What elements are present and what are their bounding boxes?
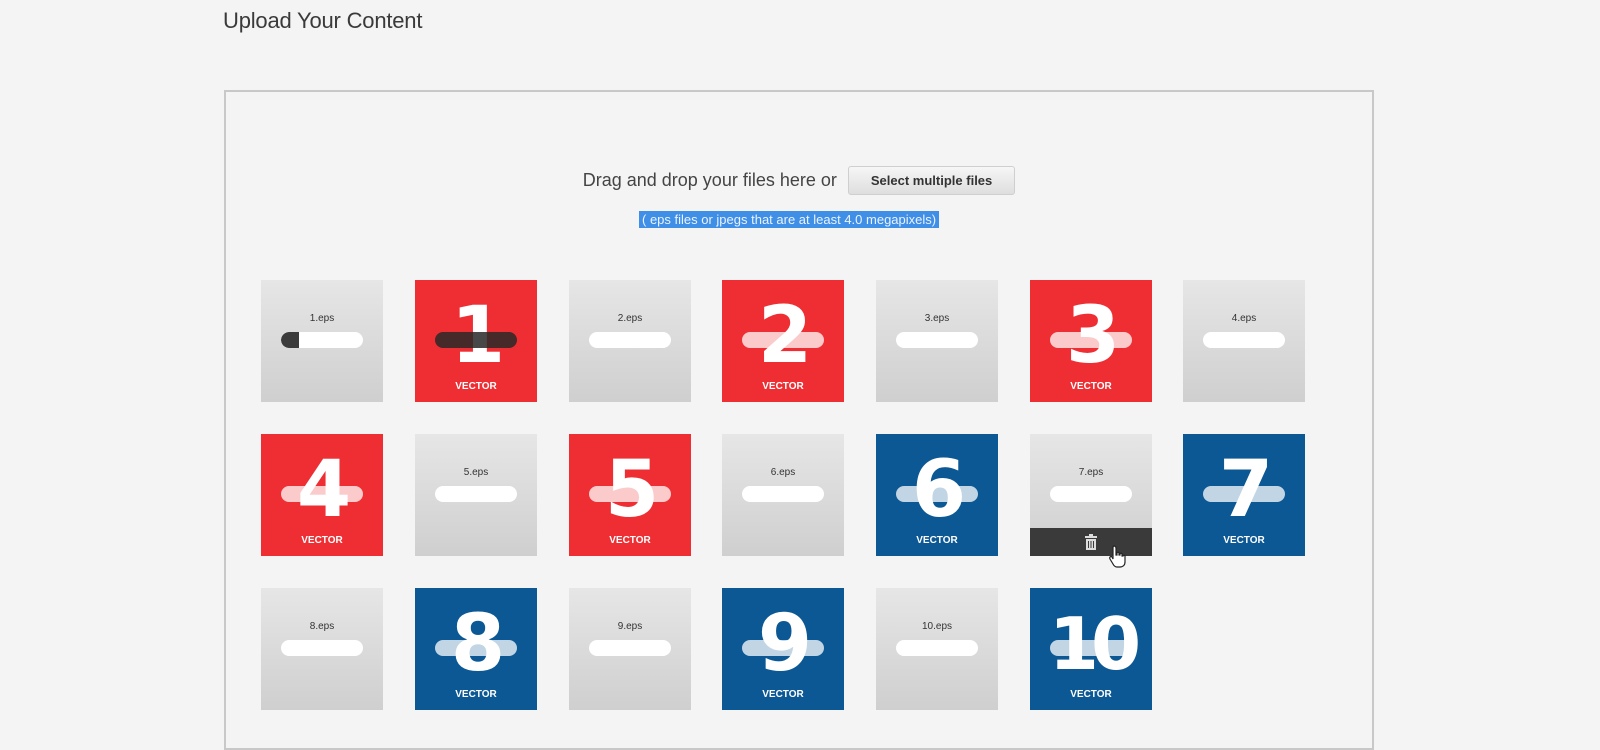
vector-label: VECTOR [916,535,958,546]
select-multiple-files-button[interactable]: Select multiple files [847,166,1016,195]
preview-tile-8[interactable]: 8 VECTOR [415,588,537,710]
trash-icon[interactable] [1084,534,1098,550]
vector-label: VECTOR [1223,535,1265,546]
preview-tile-4[interactable]: 4 VECTOR [261,434,383,556]
upload-progress-bar [281,332,363,348]
vector-label: VECTOR [301,535,343,546]
upload-item-3[interactable]: 3.eps [876,280,998,402]
upload-progress-bar [1203,332,1285,348]
upload-progress-bar [742,640,824,656]
vector-label: VECTOR [1070,689,1112,700]
upload-progress-bar [281,640,363,656]
file-name: 2.eps [617,313,643,324]
progress-fill [281,332,300,348]
preview-tile-10[interactable]: 10 VECTOR [1030,588,1152,710]
vector-label: VECTOR [1070,381,1112,392]
file-name: 4.eps [1231,313,1257,324]
upload-progress-bar [589,332,671,348]
upload-progress-bar [896,332,978,348]
vector-label: VECTOR [762,689,804,700]
preview-tile-5[interactable]: 5 VECTOR [569,434,691,556]
drop-row: Drag and drop your files here or Select … [226,166,1372,195]
upload-progress-bar [589,640,671,656]
upload-progress-bar [435,332,517,348]
upload-progress-bar [1050,332,1132,348]
upload-item-2[interactable]: 2.eps [569,280,691,402]
file-name: 6.eps [770,467,796,478]
file-name: 10.eps [921,621,953,632]
file-name: 7.eps [1078,467,1104,478]
upload-progress-bar [435,486,517,502]
page-title: Upload Your Content [223,8,423,33]
preview-tile-7[interactable]: 7 VECTOR [1183,434,1305,556]
file-name: 1.eps [309,313,335,324]
upload-progress-bar [896,486,978,502]
upload-item-1[interactable]: 1.eps [261,280,383,402]
upload-progress-bar [896,640,978,656]
upload-item-6[interactable]: 6.eps [722,434,844,556]
file-name: 8.eps [309,621,335,632]
upload-progress-bar [1050,486,1132,502]
preview-tile-6[interactable]: 6 VECTOR [876,434,998,556]
upload-item-9[interactable]: 9.eps [569,588,691,710]
drag-drop-text: Drag and drop your files here or [582,170,837,190]
upload-item-7[interactable]: 7.eps [1030,434,1152,556]
upload-progress-bar [1203,486,1285,502]
upload-progress-bar [742,332,824,348]
vector-label: VECTOR [762,381,804,392]
preview-tile-2[interactable]: 2 VECTOR [722,280,844,402]
upload-item-8[interactable]: 8.eps [261,588,383,710]
vector-label: VECTOR [455,689,497,700]
preview-tile-3[interactable]: 3 VECTOR [1030,280,1152,402]
hand-cursor-icon [1109,545,1126,568]
upload-progress-bar [1050,640,1132,656]
upload-progress-bar [589,486,671,502]
preview-tile-9[interactable]: 9 VECTOR [722,588,844,710]
file-name: 3.eps [924,313,950,324]
file-name: 5.eps [463,467,489,478]
file-name: 9.eps [617,621,643,632]
upload-item-4[interactable]: 4.eps [1183,280,1305,402]
file-requirements-hint: ( eps files or jpegs that are at least 4… [639,211,940,228]
delete-bar[interactable] [1030,528,1152,556]
upload-progress-bar [435,640,517,656]
upload-item-5[interactable]: 5.eps [415,434,537,556]
vector-label: VECTOR [609,535,651,546]
upload-progress-bar [742,486,824,502]
vector-label: VECTOR [455,381,497,392]
preview-tile-1[interactable]: 1 VECTOR [415,280,537,402]
upload-item-10[interactable]: 10.eps [876,588,998,710]
upload-progress-bar [281,486,363,502]
